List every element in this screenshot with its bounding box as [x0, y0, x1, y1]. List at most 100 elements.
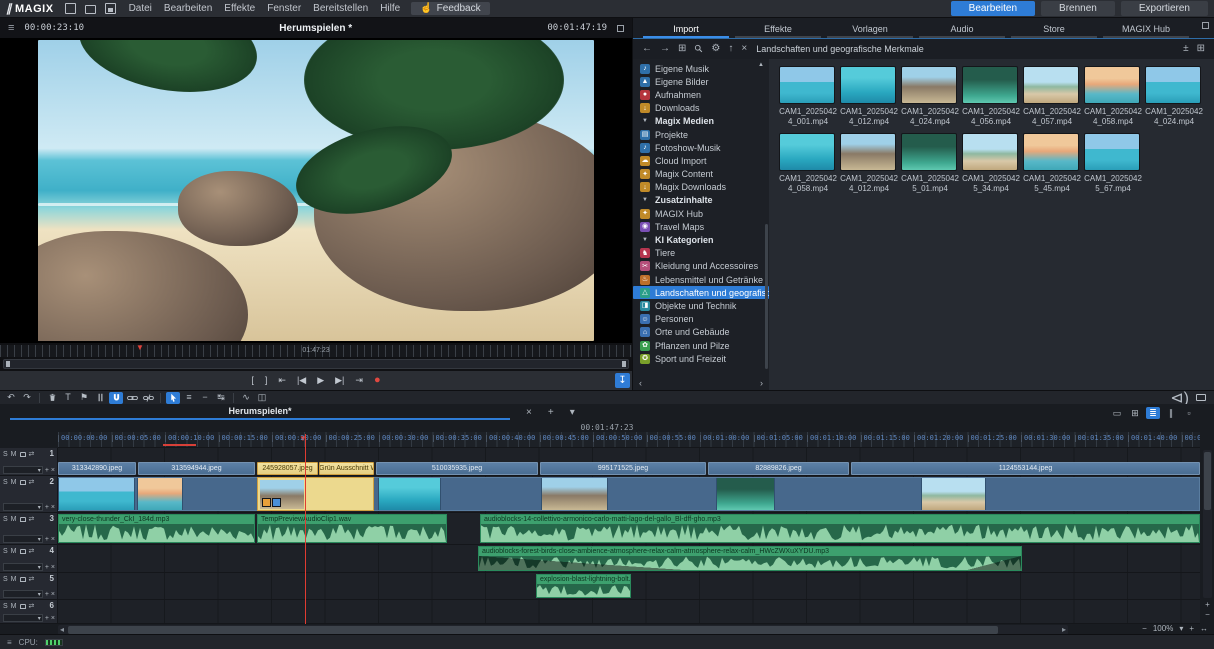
view-overview-button[interactable]: ⊞ — [1128, 407, 1142, 419]
tab-magix-hub[interactable]: MAGIX Hub — [1103, 24, 1189, 38]
media-thumbnail[interactable] — [901, 66, 957, 104]
media-thumbnail[interactable] — [1023, 66, 1079, 104]
selected-clip-body[interactable] — [257, 477, 374, 511]
media-thumbnail[interactable] — [1023, 133, 1079, 171]
audio-clip-audioblocks-forest-birds-close[interactable]: audioblocks-forest-birds-close-ambience-… — [478, 546, 1022, 571]
lock-icon[interactable] — [20, 452, 26, 457]
menu-effekte[interactable]: Effekte — [218, 3, 261, 14]
track-preset-dropdown[interactable]: ▾ — [3, 503, 43, 511]
lock-icon[interactable] — [20, 577, 26, 582]
stretch-mode-button[interactable]: ↹ — [214, 392, 228, 404]
lock-icon[interactable] — [20, 517, 26, 522]
lock-icon[interactable] — [20, 480, 26, 485]
track-content-3[interactable]: very-close-thunder_CkI_184d.mp3TempPrevi… — [58, 513, 1200, 544]
audio-clip-very-close-thunder-cki-184d-mp[interactable]: very-close-thunder_CkI_184d.mp3 — [58, 514, 255, 543]
media-file[interactable]: CAM1_20250425_67.mp4 — [1084, 133, 1145, 193]
mute-button[interactable]: M — [11, 576, 17, 583]
mute-button[interactable]: M — [11, 451, 17, 458]
media-file[interactable]: CAM1_20250425_01.mp4 — [901, 133, 962, 193]
collapse-caret-icon[interactable]: ▼ — [640, 118, 650, 124]
delete-button[interactable] — [45, 392, 59, 404]
settings-gear-icon[interactable]: ⚙ — [711, 44, 720, 54]
track-content-4[interactable]: audioblocks-forest-birds-close-ambience-… — [58, 545, 1200, 572]
track-header-1[interactable]: SM⇄1▾+× — [0, 448, 58, 475]
sidebar-item-cloud-import[interactable]: ☁Cloud Import — [633, 154, 769, 167]
clip-313342890-jpeg[interactable]: 313342890.jpeg — [58, 462, 136, 475]
media-file[interactable]: CAM1_20250424_058.mp4 — [779, 133, 840, 193]
track-preset-dropdown[interactable]: ▾ — [3, 563, 43, 571]
zoom-out-icon[interactable]: − — [1142, 624, 1147, 633]
scrub-handle-right[interactable] — [622, 361, 626, 367]
media-thumbnail[interactable] — [1084, 133, 1140, 171]
record-button[interactable]: ● — [374, 375, 381, 386]
track-add-icon[interactable]: + — [45, 504, 49, 511]
media-thumbnail[interactable] — [840, 66, 896, 104]
snap-magnet-button[interactable] — [109, 392, 123, 404]
mode-button-bearbeiten[interactable]: Bearbeiten — [951, 1, 1035, 16]
sidebar-item-objekte-und-technik[interactable]: ◨Objekte und Technik — [633, 299, 769, 312]
media-thumbnail[interactable] — [962, 66, 1018, 104]
tab-effekte[interactable]: Effekte — [735, 24, 821, 38]
clear-icon[interactable]: × — [741, 44, 747, 54]
audio-clip-temppreviewaudioclip1-wav[interactable]: TempPreviewAudioClip1.wav — [257, 514, 447, 543]
collapse-caret-icon[interactable]: ▼ — [640, 237, 650, 243]
save-project-icon[interactable] — [105, 3, 116, 14]
media-file[interactable]: CAM1_20250424_012.mp4 — [840, 133, 901, 193]
clip-rot-grün-ausschnitt-we[interactable]: Rot Grün Ausschnitt We... — [319, 462, 374, 475]
undo-button[interactable]: ↶ — [4, 392, 18, 404]
mode-button-exportieren[interactable]: Exportieren — [1121, 1, 1208, 16]
sidebar-item-orte-und-gebäude[interactable]: ⌂Orte und Gebäude — [633, 326, 769, 339]
group-button[interactable] — [125, 392, 139, 404]
sidebar-item-magix-hub[interactable]: ✦MAGIX Hub — [633, 207, 769, 220]
zoom-in-icon[interactable]: + — [1189, 624, 1194, 633]
clip-313594944-jpeg[interactable]: 313594944.jpeg — [138, 462, 255, 475]
media-thumbnail[interactable] — [779, 133, 835, 171]
solo-button[interactable]: S — [3, 576, 8, 583]
media-thumbnail[interactable] — [962, 133, 1018, 171]
sidebar-item-sport-und-freizeit[interactable]: ✪Sport und Freizeit — [633, 352, 769, 365]
media-thumbnail[interactable] — [901, 133, 957, 171]
track-header-4[interactable]: SM⇄4▾+× — [0, 545, 58, 572]
add-tab-icon[interactable]: + — [548, 408, 554, 418]
clip-245928057-jpeg[interactable]: 245928057.jpeg — [257, 462, 318, 475]
split-button[interactable] — [93, 392, 107, 404]
set-marker-button[interactable]: ⚑ — [77, 392, 91, 404]
new-project-icon[interactable] — [65, 3, 76, 14]
sidebar-item-downloads[interactable]: ↓Downloads — [633, 102, 769, 115]
sidebar-item-landschaften-und-geografisch[interactable]: △Landschaften und geografisch... — [633, 286, 769, 299]
solo-button[interactable]: S — [3, 479, 8, 486]
sidebar-scrollbar[interactable] — [765, 224, 768, 369]
transition-icon[interactable]: ⇄ — [29, 603, 35, 610]
sidebar-item-lebensmittel-und-getränke[interactable]: ♨Lebensmittel und Getränke — [633, 273, 769, 286]
clip-995171525-jpeg[interactable]: 995171525.jpeg — [540, 462, 706, 475]
sidebar-item-eigene-bilder[interactable]: ▲Eigene Bilder — [633, 75, 769, 88]
sidebar-item-ki-kategorien[interactable]: ▼KI Kategorien — [633, 233, 769, 246]
media-file[interactable]: CAM1_20250424_024.mp4 — [1145, 66, 1206, 126]
media-thumbnail[interactable] — [840, 133, 896, 171]
sidebar-scroll-right-icon[interactable]: › — [760, 378, 763, 388]
transition-icon[interactable]: ⇄ — [29, 451, 35, 458]
solo-button[interactable]: S — [3, 451, 8, 458]
clip-thumbnail[interactable] — [137, 478, 183, 510]
menu-hilfe[interactable]: Hilfe — [374, 3, 406, 14]
sidebar-item-zusatzinhalte[interactable]: ▼Zusatzinhalte — [633, 194, 769, 207]
sidebar-item-magix-content[interactable]: ✦Magix Content — [633, 168, 769, 181]
zoom-fit-icon[interactable]: ↔ — [1200, 624, 1208, 633]
track-zoom-out-icon[interactable]: − — [1203, 610, 1212, 619]
track-add-icon[interactable]: + — [45, 536, 49, 543]
menu-bearbeiten[interactable]: Bearbeiten — [158, 3, 218, 14]
clip-510035935-jpeg[interactable]: 510035935.jpeg — [376, 462, 538, 475]
redo-button[interactable]: ↷ — [20, 392, 34, 404]
ruler-range-marker[interactable] — [163, 444, 196, 446]
sidebar-item-magix-downloads[interactable]: ↓Magix Downloads — [633, 181, 769, 194]
menu-bereitstellen[interactable]: Bereitstellen — [307, 3, 374, 14]
mute-button[interactable]: M — [11, 603, 17, 610]
jump-start-button[interactable]: ⇤ — [278, 376, 286, 385]
media-file[interactable]: CAM1_20250424_056.mp4 — [962, 66, 1023, 126]
solo-button[interactable]: S — [3, 548, 8, 555]
sidebar-item-travel-maps[interactable]: ◉Travel Maps — [633, 220, 769, 233]
import-to-project-icon[interactable]: ⊞ — [678, 44, 686, 54]
tab-audio[interactable]: Audio — [919, 24, 1005, 38]
media-file[interactable]: CAM1_20250425_45.mp4 — [1023, 133, 1084, 193]
tab-vorlagen[interactable]: Vorlagen — [827, 24, 913, 38]
